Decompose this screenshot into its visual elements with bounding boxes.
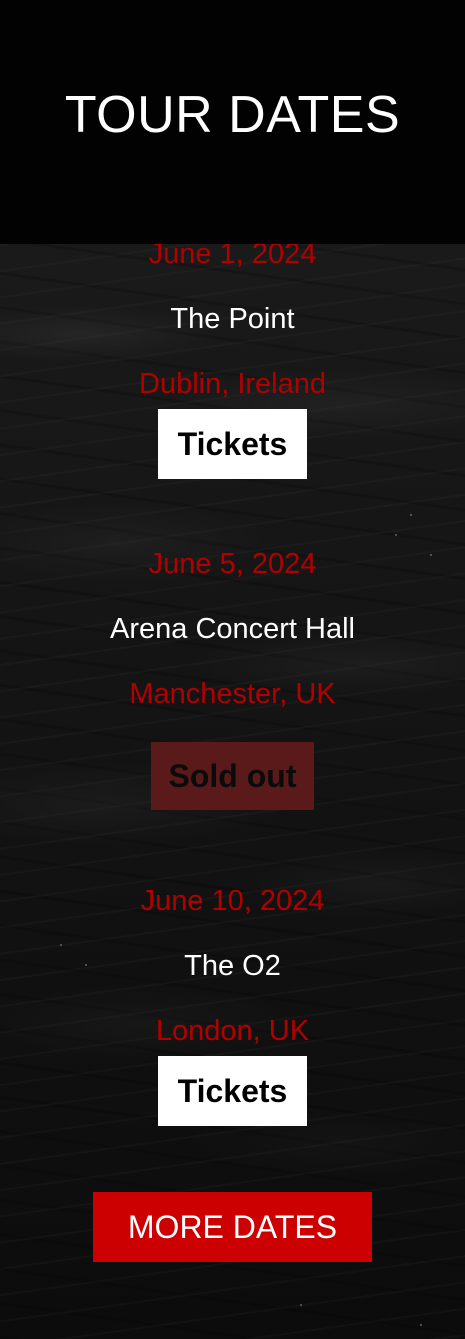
event-date: June 5, 2024 <box>148 548 317 580</box>
event-date: June 1, 2024 <box>148 244 317 270</box>
tour-event: June 1, 2024 The Point Dublin, Ireland T… <box>0 244 465 481</box>
event-venue: Arena Concert Hall <box>110 613 355 645</box>
event-date: June 10, 2024 <box>140 885 325 917</box>
sold-out-badge: Sold out <box>151 742 314 810</box>
page-header: TOUR DATES <box>0 0 465 244</box>
event-city: Dublin, Ireland <box>139 368 326 400</box>
event-venue: The Point <box>170 303 295 335</box>
tour-dates-list: June 1, 2024 The Point Dublin, Ireland T… <box>0 244 465 1339</box>
tickets-button[interactable]: Tickets <box>158 1056 307 1126</box>
event-city: London, UK <box>155 1015 310 1047</box>
page-title: TOUR DATES <box>64 86 401 144</box>
more-dates-button[interactable]: MORE DATES <box>93 1192 372 1262</box>
event-venue: The O2 <box>184 950 281 982</box>
tickets-button[interactable]: Tickets <box>158 409 307 479</box>
event-city: Manchester, UK <box>129 678 336 710</box>
tour-event: June 10, 2024 The O2 London, UK Tickets <box>0 883 465 1128</box>
